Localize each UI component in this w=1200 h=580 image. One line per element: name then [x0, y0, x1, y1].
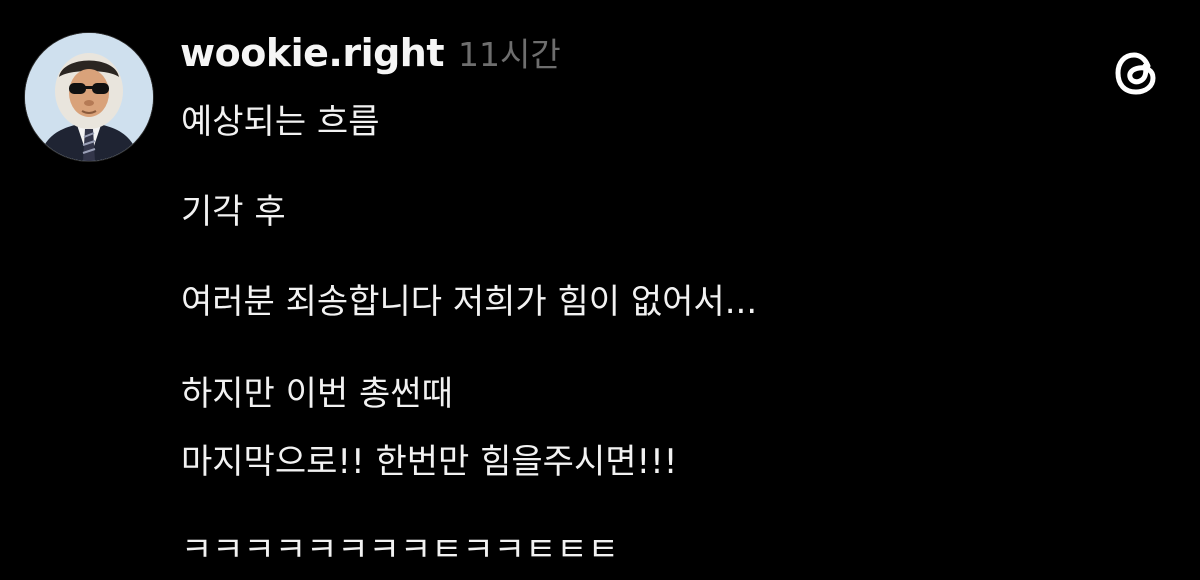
- threads-post: wookie.right 11시간 예상되는 흐름 기각 후 여러분 죄송합니다…: [0, 0, 1200, 580]
- timestamp: 11시간: [458, 35, 561, 74]
- avatar-image: [25, 33, 153, 161]
- post-text-line: 예상되는 흐름: [181, 102, 380, 142]
- username[interactable]: wookie.right: [180, 26, 445, 80]
- threads-logo-icon[interactable]: [1110, 46, 1164, 100]
- post-header: wookie.right 11시간: [180, 26, 561, 80]
- post-text-line: 여러분 죄송합니다 저희가 힘이 없어서...: [181, 282, 758, 322]
- avatar[interactable]: [25, 33, 153, 161]
- post-text-line: 마지막으로!! 한번만 힘을주시면!!!: [181, 442, 678, 482]
- post-text-line: 하지만 이번 총썬때: [181, 374, 453, 414]
- post-text-line: ㅋㅋㅋㅋㅋㅋㅋㅋㅌㅋㅋㅌㅌㅌ: [181, 530, 619, 570]
- post-text-line: 기각 후: [181, 192, 286, 232]
